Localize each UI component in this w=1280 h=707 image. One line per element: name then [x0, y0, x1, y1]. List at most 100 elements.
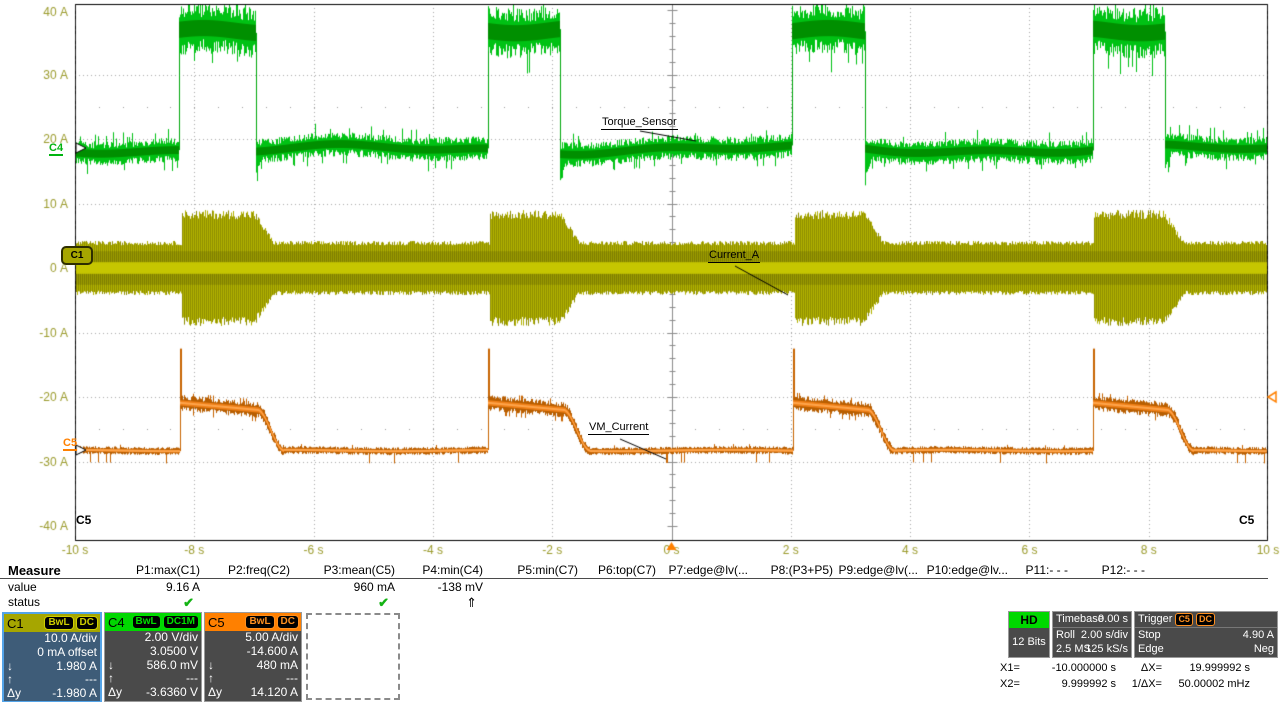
measure-header-p3[interactable]: P3:mean(C5) — [324, 563, 395, 577]
channel-row-value: --- — [85, 673, 97, 687]
measure-header-p5[interactable]: P5:min(C7) — [517, 563, 578, 577]
channel-row: 3.0500 V — [105, 645, 201, 659]
trigger-source-badge: C5 — [1175, 613, 1193, 626]
channel-row-glyph: ↓ — [208, 659, 214, 673]
measure-status-check-icon: ✔ — [183, 595, 194, 611]
channel-row: -14.600 A — [205, 645, 301, 659]
measure-header-p1[interactable]: P1:max(C1) — [136, 563, 200, 577]
trigger-descriptor[interactable]: Trigger C5 DC Stop 4.90 A Edge Neg — [1134, 611, 1278, 658]
channel-badge-dc: DC — [277, 615, 299, 629]
oscilloscope-screen: Torque_Sensor Current_A VM_Current C4 C1… — [0, 0, 1280, 707]
channel-row: Δy-1.980 A — [4, 687, 100, 701]
dx-label: ΔX= — [1116, 660, 1164, 676]
inv-dx-label: 1/ΔX= — [1116, 676, 1164, 692]
channel-row: ↑--- — [205, 672, 301, 686]
channel-row-value: 3.0500 V — [150, 645, 198, 659]
x1-value: -10.000000 s — [1034, 660, 1116, 676]
measure-header-p12[interactable]: P12:- - - — [1102, 563, 1145, 577]
channel-row-value: 480 mA — [257, 659, 298, 673]
channel-descriptor-c4[interactable]: C4 BwLDC1M 2.00 V/div3.0500 V ↓ 586.0 mV ↑ ---… — [104, 612, 202, 702]
channel-row-glyph: ↑ — [7, 673, 13, 687]
channel-row: Δy 14.120 A — [205, 686, 301, 700]
channel-row-value: --- — [186, 672, 198, 686]
hd-title: HD — [1009, 612, 1049, 628]
trigger-slope: Neg — [1254, 642, 1274, 657]
measure-header-p10[interactable]: P10:edge@lv... — [927, 563, 1008, 577]
inv-dx-value: 50.00002 mHz — [1164, 676, 1250, 692]
channel-row-glyph: ↑ — [108, 672, 114, 686]
cursor-readout: X1= -10.000000 s ΔX= 19.999992 s X2= 9.9… — [1000, 660, 1250, 692]
trigger-mode: Stop — [1138, 628, 1161, 643]
channel-row: ↓ 480 mA — [205, 659, 301, 673]
channel-row: 10.0 A/div — [4, 632, 100, 646]
channel-row-glyph: ↓ — [7, 660, 13, 674]
measure-status-check-icon: ✔ — [378, 595, 389, 611]
measure-header-p8[interactable]: P8:(P3+P5) — [771, 563, 833, 577]
channel-row-value: 2.00 V/div — [145, 631, 198, 645]
c5-channel-marker[interactable]: C5 — [63, 437, 77, 451]
empty-descriptor-slot[interactable] — [306, 613, 400, 700]
x1-label: X1= — [1000, 660, 1034, 676]
channel-row-glyph: ↓ — [108, 659, 114, 673]
channel-badge-bwl: BwL — [132, 615, 161, 629]
channel-descriptor-c5[interactable]: C5 BwLDC 5.00 A/div-14.600 A ↓ 480 mA↑---Δy 1… — [204, 612, 302, 702]
channel-row: 5.00 A/div — [205, 631, 301, 645]
measure-status-uparrow-icon: ⇑ — [466, 595, 477, 611]
waveform-display — [0, 0, 1280, 560]
channel-row-glyph: ↑ — [208, 672, 214, 686]
corner-label-left: C5 — [76, 513, 91, 527]
channel-badge-dc1m: DC1M — [163, 615, 199, 629]
measure-value-p4: -138 mV — [438, 580, 483, 594]
channel-row-value: 0 mA offset — [37, 646, 97, 660]
channel-row-value: -14.600 A — [247, 645, 298, 659]
measure-table: Measure P1:max(C1) P2:freq(C2) P3:mean(C5)… — [0, 561, 1280, 611]
channel-row-value: 5.00 A/div — [245, 631, 298, 645]
measure-header-p6[interactable]: P6:top(C7) — [598, 563, 656, 577]
timebase-rate: 125 kS/s — [1085, 642, 1128, 657]
channel-id-label: C5 — [207, 615, 225, 630]
measure-header-p4[interactable]: P4:min(C4) — [422, 563, 483, 577]
channel-row-value: 10.0 A/div — [44, 632, 97, 646]
channel-row-glyph: Δy — [208, 686, 222, 700]
channel-row: 0 mA offset — [4, 646, 100, 660]
hd-bits: 12 Bits — [1009, 628, 1049, 657]
channel-badge-bwl: BwL — [245, 615, 274, 629]
value-row-label: value — [8, 580, 37, 594]
timebase-mode: Roll — [1056, 628, 1075, 643]
channel-row: ↑ --- — [4, 673, 100, 687]
channel-row: ↑ --- — [105, 672, 201, 686]
measure-value-p3: 960 mA — [354, 580, 395, 594]
status-row-label: status — [8, 595, 40, 609]
hd-descriptor[interactable]: HD 12 Bits — [1008, 611, 1050, 658]
trigger-level: 4.90 A — [1243, 628, 1274, 643]
channel-row: ↓1.980 A — [4, 660, 100, 674]
c1-channel-marker[interactable]: C1 — [61, 246, 93, 265]
corner-label-right: C5 — [1239, 513, 1254, 527]
measure-header-divider — [0, 578, 1268, 579]
c4-channel-marker[interactable]: C4 — [49, 142, 63, 156]
measure-header-p9[interactable]: P9:edge@lv(... — [838, 563, 918, 577]
measure-row-label: Measure — [8, 563, 61, 578]
channel-row: 2.00 V/div — [105, 631, 201, 645]
channel-row-value: -1.980 A — [52, 687, 97, 701]
measure-header-p7[interactable]: P7:edge@lv(... — [668, 563, 748, 577]
channel-row-value: 586.0 mV — [147, 659, 198, 673]
measure-header-p2[interactable]: P2:freq(C2) — [228, 563, 290, 577]
channel-row-glyph: Δy — [108, 686, 122, 700]
timebase-title: Timebase — [1056, 612, 1104, 627]
trace-label-current-a: Current_A — [708, 249, 760, 263]
channel-row: ↓ 586.0 mV — [105, 659, 201, 673]
channel-row-value: 14.120 A — [251, 686, 298, 700]
trigger-coupling-badge: DC — [1196, 613, 1215, 626]
channel-badge-dc: DC — [76, 616, 98, 630]
timebase-descriptor[interactable]: Timebase 0.00 s Roll 2.00 s/div 2.5 MS 1… — [1052, 611, 1132, 658]
channel-row-value: -3.6360 V — [146, 686, 198, 700]
measure-value-p1: 9.16 A — [166, 580, 200, 594]
channel-id-label: C4 — [107, 615, 125, 630]
trace-label-vm-current: VM_Current — [588, 421, 649, 435]
dx-value: 19.999992 s — [1164, 660, 1250, 676]
measure-header-p11[interactable]: P11:- - - — [1026, 563, 1068, 577]
timebase-offset: 0.00 s — [1098, 612, 1128, 627]
trigger-type: Edge — [1138, 642, 1164, 657]
channel-descriptor-c1[interactable]: C1BwLDC10.0 A/div0 mA offset↓1.980 A↑---… — [2, 612, 102, 702]
